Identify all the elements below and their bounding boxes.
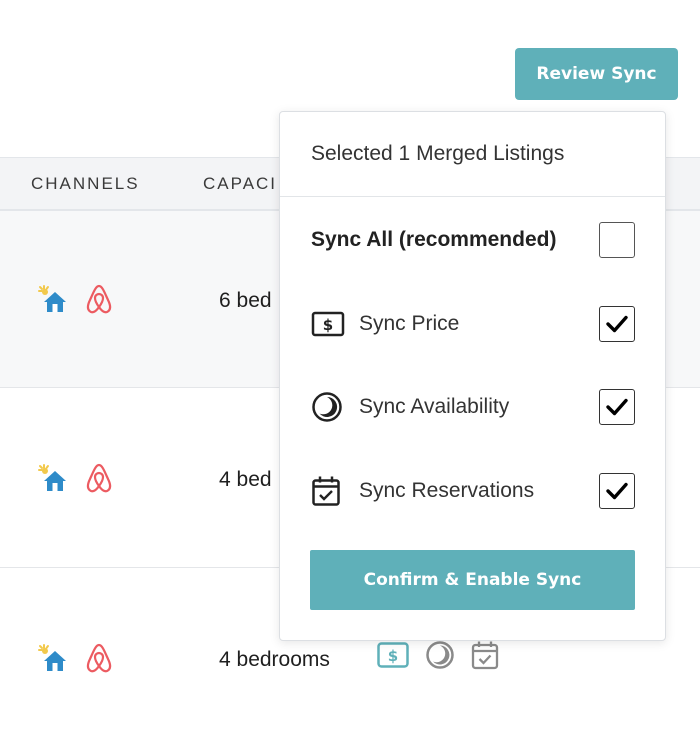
sync-options-popover: Selected 1 Merged Listings Sync All (rec… <box>279 111 666 641</box>
airbnb-icon <box>86 463 112 493</box>
sync-status-icons: $ <box>377 639 499 671</box>
sync-all-checkbox[interactable] <box>599 222 635 258</box>
sync-all-label: Sync All (recommended) <box>311 228 557 251</box>
homeaway-icon <box>38 285 66 312</box>
airbnb-icon <box>86 643 112 673</box>
sync-availability-label: Sync Availability <box>359 395 510 418</box>
column-header-capacity: CAPACI <box>203 174 278 193</box>
sync-price-option[interactable]: $ Sync Price <box>311 305 635 343</box>
checkmark-icon <box>606 315 628 333</box>
sync-reservations-option[interactable]: Sync Reservations <box>311 472 635 510</box>
popover-divider <box>280 196 665 197</box>
homeaway-icon <box>38 644 66 671</box>
capacity-text: 4 bed <box>219 468 272 491</box>
checkmark-icon <box>606 482 628 500</box>
homeaway-icon <box>38 464 66 491</box>
checkmark-icon <box>606 398 628 416</box>
sync-availability-checkbox[interactable] <box>599 389 635 425</box>
sync-availability-status-icon <box>426 641 454 669</box>
sync-reservations-status-icon <box>471 641 499 670</box>
capacity-text: 4 bedrooms <box>219 648 330 671</box>
capacity-text: 6 bed <box>219 289 272 312</box>
column-header-channels: CHANNELS <box>31 174 140 193</box>
confirm-enable-sync-label: Confirm & Enable Sync <box>363 570 582 590</box>
sync-availability-option[interactable]: Sync Availability <box>311 388 635 426</box>
sync-price-status-icon: $ <box>377 642 409 668</box>
sync-all-option[interactable]: Sync All (recommended) <box>311 221 635 259</box>
calendar-check-icon <box>311 474 345 508</box>
popover-title: Selected 1 Merged Listings <box>311 142 565 165</box>
sync-reservations-label: Sync Reservations <box>359 479 535 502</box>
svg-text:$: $ <box>388 647 398 665</box>
half-moon-icon <box>311 390 345 424</box>
sync-price-checkbox[interactable] <box>599 306 635 342</box>
review-sync-button[interactable]: Review Sync <box>515 48 678 100</box>
review-sync-label: Review Sync <box>536 64 657 84</box>
airbnb-icon <box>86 284 112 314</box>
sync-reservations-checkbox[interactable] <box>599 473 635 509</box>
confirm-enable-sync-button[interactable]: Confirm & Enable Sync <box>310 550 635 610</box>
sync-price-label: Sync Price <box>359 312 460 335</box>
dollar-tag-icon: $ <box>311 307 345 341</box>
svg-text:$: $ <box>323 316 333 334</box>
